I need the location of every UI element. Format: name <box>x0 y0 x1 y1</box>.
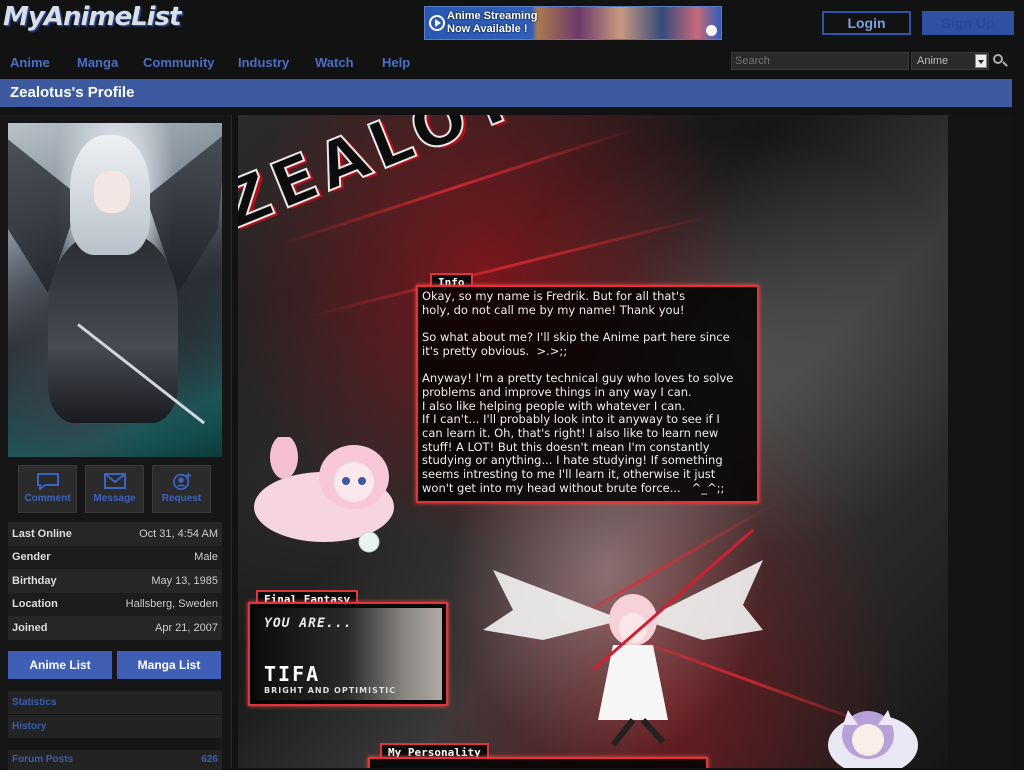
main-nav: Anime Manga Community Industry Watch Hel… <box>0 46 1024 78</box>
detail-row: Gender Male <box>8 545 222 569</box>
profile-about: ZEALOTUS Info Okay, so my name is Fredri… <box>238 115 1012 768</box>
nav-industry[interactable]: Industry <box>238 55 289 70</box>
site-logo[interactable]: MyAnimeList <box>3 2 181 32</box>
nav-anime[interactable]: Anime <box>10 55 50 70</box>
profile-title-bar: Zealotus's Profile <box>0 79 1012 107</box>
profile-details: Last Online Oct 31, 4:54 AM Gender Male Bi… <box>8 522 222 640</box>
final-fantasy-box: YOU ARE... TIFA BRIGHT AND OPTIMISTIC <box>248 602 448 706</box>
nav-community[interactable]: Community <box>143 55 215 70</box>
profile-actions: Comment Message Request <box>18 465 214 513</box>
message-button[interactable]: Message <box>85 465 144 513</box>
comment-button[interactable]: Comment <box>18 465 77 513</box>
banner-text: Anime Streaming Now Available ! <box>447 10 538 35</box>
angel-character-image <box>483 528 763 747</box>
info-box: Okay, so my name is Fredrik. But for all… <box>416 285 759 503</box>
cat-character-image <box>828 710 918 768</box>
request-button[interactable]: Request <box>152 465 211 513</box>
play-icon <box>429 15 445 31</box>
add-user-icon <box>172 472 191 490</box>
history-link[interactable]: History <box>8 715 222 738</box>
sidebar-links: Statistics History <box>8 691 222 739</box>
final-fantasy-quiz-image: YOU ARE... TIFA BRIGHT AND OPTIMISTIC <box>254 608 442 700</box>
signup-button[interactable]: Sign Up <box>922 11 1014 35</box>
detail-row: Birthday May 13, 1985 <box>8 569 222 593</box>
anime-streaming-banner[interactable]: Anime Streaming Now Available ! <box>424 6 722 40</box>
search-input[interactable] <box>731 52 909 70</box>
page-title: Zealotus's Profile <box>10 84 135 101</box>
site-header: MyAnimeList Anime Streaming Now Availabl… <box>0 0 1024 46</box>
statistics-link[interactable]: Statistics <box>8 691 222 714</box>
avatar <box>8 123 222 457</box>
list-buttons: Anime List Manga List <box>8 651 222 679</box>
about-text: Okay, so my name is Fredrik. But for all… <box>422 289 734 495</box>
profile-sidebar: Comment Message Request Last Online Oct 3… <box>0 115 232 770</box>
nav-watch[interactable]: Watch <box>315 55 354 70</box>
forum-posts-link[interactable]: Forum Posts 626 <box>8 750 222 770</box>
pink-character-image <box>254 437 394 553</box>
detail-row: Joined Apr 21, 2007 <box>8 616 222 640</box>
nav-manga[interactable]: Manga <box>77 55 118 70</box>
arrow-icon <box>706 25 717 36</box>
search-type-select[interactable]: Anime <box>911 52 989 70</box>
manga-list-button[interactable]: Manga List <box>117 651 221 679</box>
detail-row: Location Hallsberg, Sweden <box>8 592 222 616</box>
comment-icon <box>36 473 59 490</box>
anime-list-button[interactable]: Anime List <box>8 651 112 679</box>
personality-box <box>368 757 708 768</box>
login-button[interactable]: Login <box>822 11 911 35</box>
nav-help[interactable]: Help <box>382 55 410 70</box>
search-type-value: Anime <box>917 55 949 67</box>
chevron-down-icon[interactable] <box>975 54 987 68</box>
detail-row: Last Online Oct 31, 4:54 AM <box>8 522 222 546</box>
search-icon[interactable] <box>993 54 1003 64</box>
envelope-icon <box>103 473 126 489</box>
